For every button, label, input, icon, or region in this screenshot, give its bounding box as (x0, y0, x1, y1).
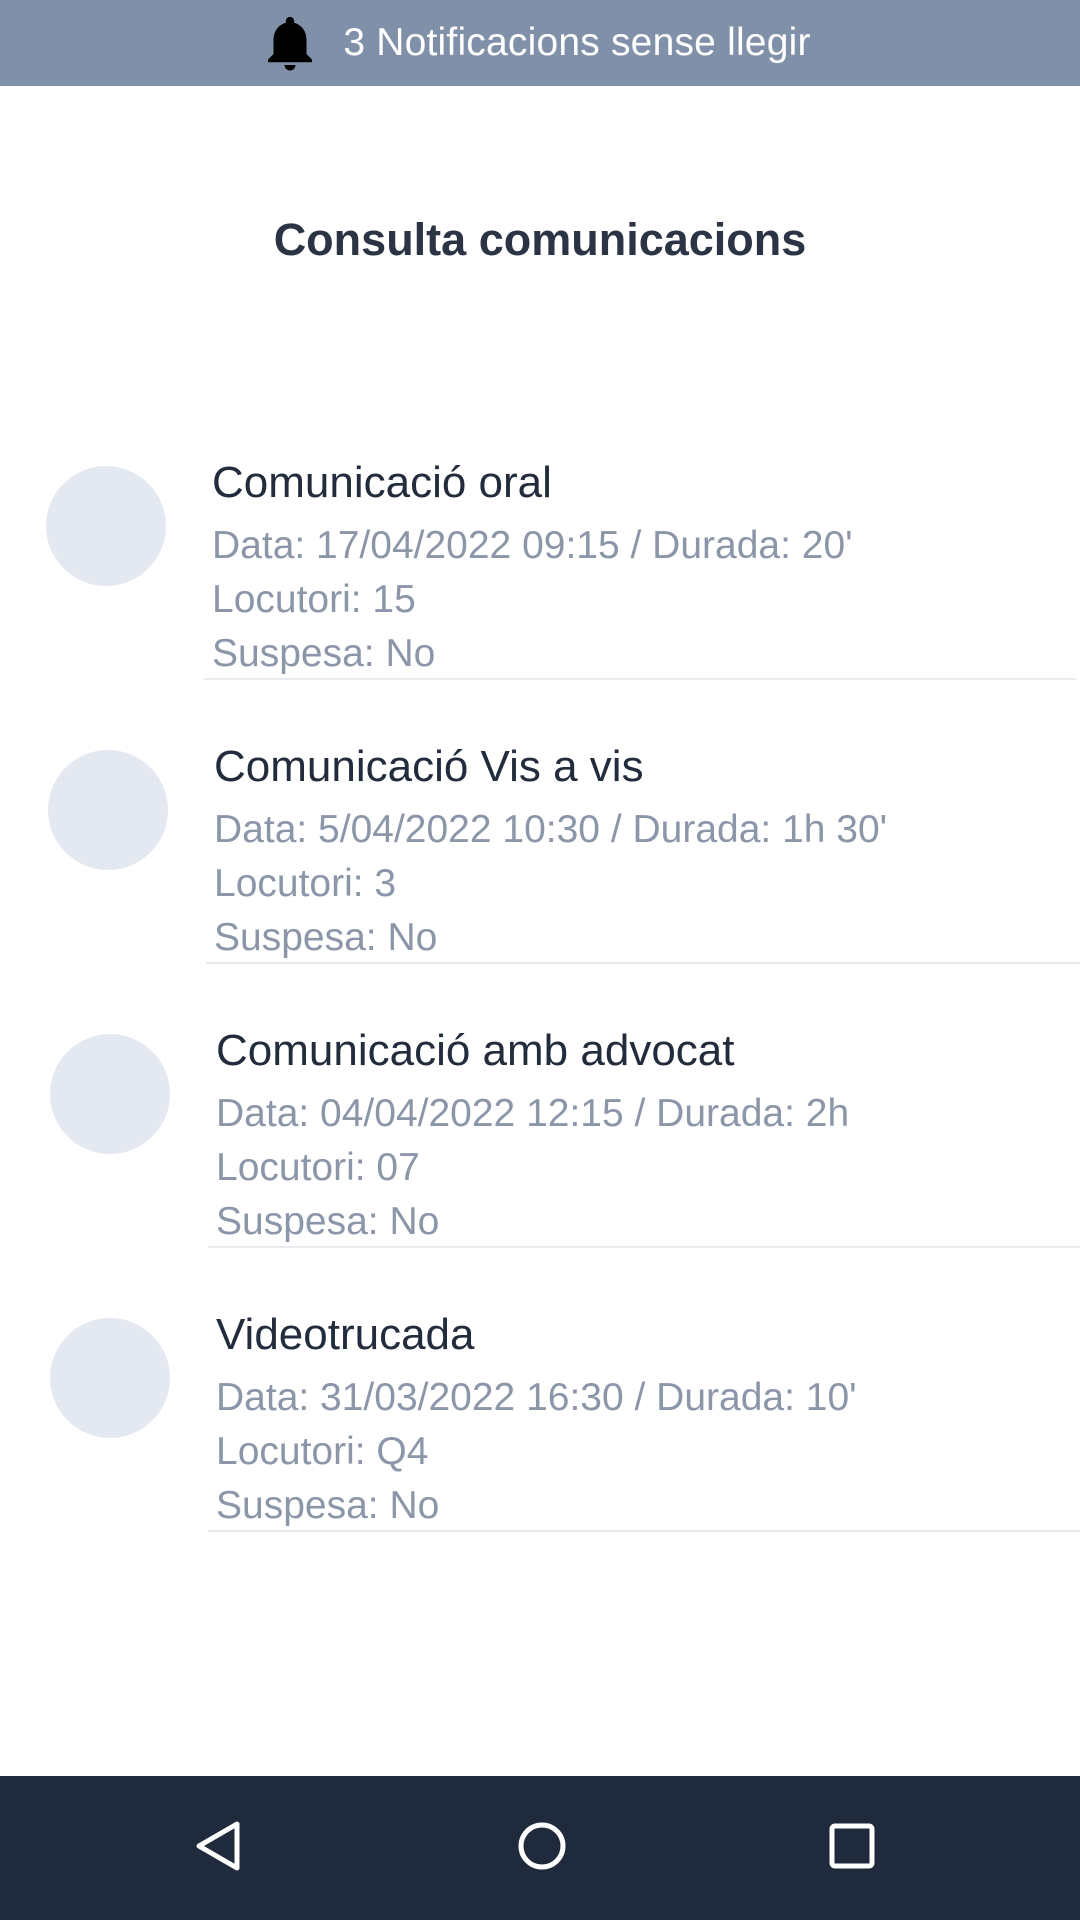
notification-content: 3 Notificacions sense llegir (257, 10, 810, 76)
notification-bar[interactable]: 3 Notificacions sense llegir (0, 0, 1080, 86)
list-item[interactable]: Comunicació oral Data: 17/04/2022 09:15 … (0, 440, 1080, 724)
recents-button[interactable] (792, 1776, 912, 1920)
list-item[interactable]: Comunicació Vis a vis Data: 5/04/2022 10… (0, 724, 1080, 1008)
item-locutori: Locutori: 3 (214, 862, 397, 905)
divider (206, 962, 1080, 964)
divider (204, 678, 1076, 680)
item-suspesa: Suspesa: No (216, 1200, 440, 1243)
item-suspesa: Suspesa: No (214, 916, 438, 959)
home-circle-icon (514, 1818, 570, 1879)
notification-text: 3 Notificacions sense llegir (343, 21, 811, 64)
bell-icon (257, 10, 323, 76)
divider (208, 1246, 1080, 1248)
avatar (50, 1318, 170, 1438)
item-title: Videotrucada (216, 1310, 475, 1359)
item-title: Comunicació oral (212, 458, 552, 507)
list-item[interactable]: Videotrucada Data: 31/03/2022 16:30 / Du… (0, 1292, 1080, 1576)
item-date-duration: Data: 04/04/2022 12:15 / Durada: 2h (216, 1092, 850, 1135)
avatar (46, 466, 166, 586)
avatar (48, 750, 168, 870)
list-item[interactable]: Comunicació amb advocat Data: 04/04/2022… (0, 1008, 1080, 1292)
recents-square-icon (824, 1818, 880, 1879)
home-button[interactable] (482, 1776, 602, 1920)
item-locutori: Locutori: Q4 (216, 1430, 429, 1473)
item-date-duration: Data: 31/03/2022 16:30 / Durada: 10' (216, 1376, 857, 1419)
page-title: Consulta comunicacions (273, 214, 807, 265)
item-date-duration: Data: 5/04/2022 10:30 / Durada: 1h 30' (214, 808, 888, 851)
system-nav-bar (0, 1776, 1080, 1920)
item-title: Comunicació Vis a vis (214, 742, 644, 791)
divider (208, 1530, 1080, 1532)
item-suspesa: Suspesa: No (212, 632, 436, 675)
item-title: Comunicació amb advocat (216, 1026, 735, 1075)
avatar (50, 1034, 170, 1154)
back-button[interactable] (157, 1776, 277, 1920)
back-triangle-icon (189, 1818, 245, 1879)
item-date-duration: Data: 17/04/2022 09:15 / Durada: 20' (212, 524, 853, 567)
item-suspesa: Suspesa: No (216, 1484, 440, 1527)
item-locutori: Locutori: 07 (216, 1146, 420, 1189)
item-locutori: Locutori: 15 (212, 578, 416, 621)
